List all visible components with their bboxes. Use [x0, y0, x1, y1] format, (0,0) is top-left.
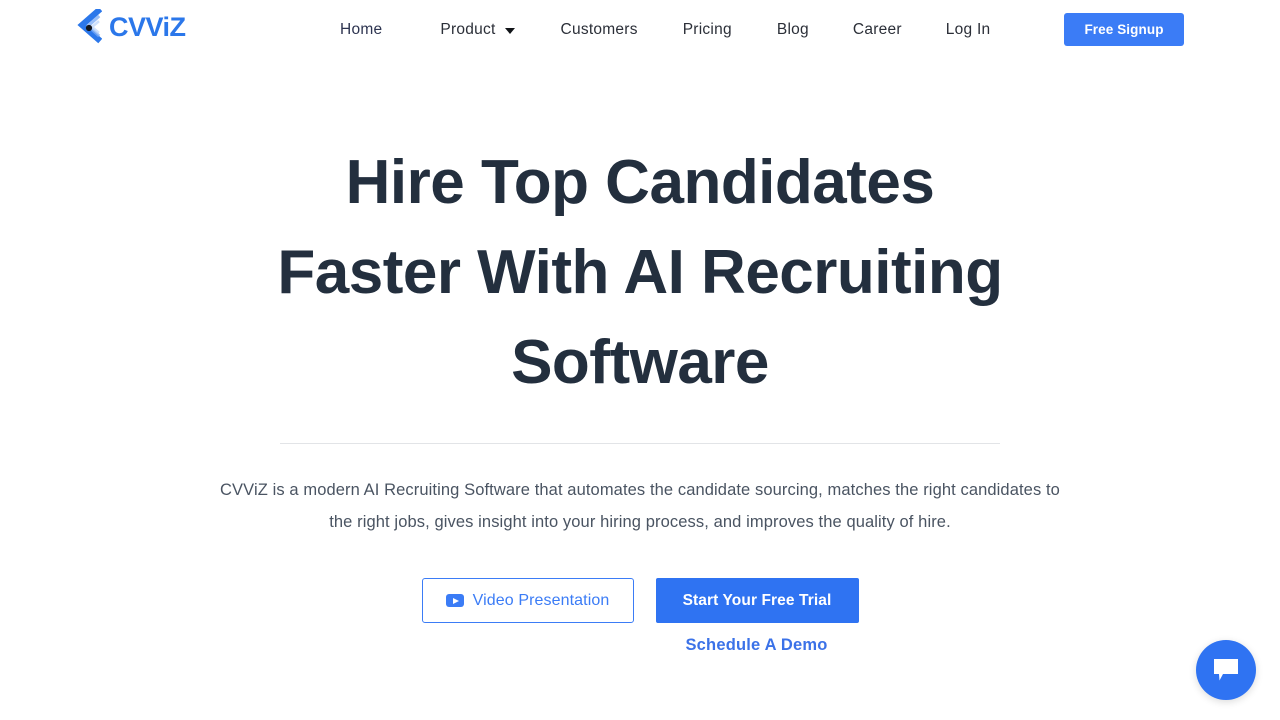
nav-item-log-in-label: Log In — [945, 21, 991, 38]
nav-item-blog-label: Blog — [776, 21, 809, 38]
chat-bubble-icon — [1212, 657, 1240, 683]
nav-item-home[interactable]: Home — [340, 15, 382, 45]
video-presentation-label: Video Presentation — [472, 591, 610, 609]
nav-item-pricing[interactable]: Pricing — [683, 15, 732, 45]
nav-item-customers[interactable]: Customers — [561, 15, 638, 45]
landing-page: CVViZ Home Product Customers Pricing Blo… — [0, 0, 1280, 720]
schedule-demo-link[interactable]: Schedule A Demo — [685, 636, 827, 654]
hero-divider — [280, 443, 1000, 444]
chevron-down-icon — [504, 28, 515, 34]
nav-item-log-in[interactable]: Log In — [946, 15, 991, 45]
page-title: Hire Top Candidates Faster With AI Recru… — [140, 60, 1140, 408]
site-header: CVViZ Home Product Customers Pricing Blo… — [0, 0, 1280, 60]
main-navigation: Home Product Customers Pricing Blog Care… — [340, 0, 990, 60]
headline-line-1: Hire Top Candidates — [345, 148, 935, 217]
brand-name: CVViZ — [109, 11, 186, 42]
free-signup-button[interactable]: Free Signup — [1064, 13, 1184, 46]
nav-item-blog[interactable]: Blog — [777, 15, 809, 45]
youtube-play-icon — [445, 594, 464, 607]
nav-item-career[interactable]: Career — [853, 15, 902, 45]
chat-widget-button[interactable] — [1196, 640, 1256, 700]
nav-item-career-label: Career — [852, 21, 902, 38]
hero-section: Hire Top Candidates Faster With AI Recru… — [0, 60, 1280, 655]
video-presentation-button[interactable]: Video Presentation — [421, 578, 634, 623]
nav-item-pricing-label: Pricing — [682, 21, 732, 38]
brand-logo-link[interactable]: CVViZ — [68, 9, 186, 45]
nav-item-product[interactable]: Product — [440, 15, 515, 45]
schedule-demo-row: Schedule A Demo — [0, 636, 1280, 655]
cvviz-chevron-logo-icon — [68, 9, 102, 45]
headline-line-2: Faster With AI Recruiting — [277, 238, 1003, 307]
start-free-trial-button[interactable]: Start Your Free Trial — [655, 578, 859, 623]
headline-line-3: Software — [511, 328, 769, 397]
hero-cta-row: Video Presentation Start Your Free Trial — [0, 578, 1280, 623]
hero-subheadline: CVViZ is a modern AI Recruiting Software… — [220, 481, 1060, 531]
nav-item-product-label: Product — [440, 21, 496, 38]
nav-item-customers-label: Customers — [560, 21, 638, 38]
nav-item-home-label: Home — [340, 21, 383, 38]
